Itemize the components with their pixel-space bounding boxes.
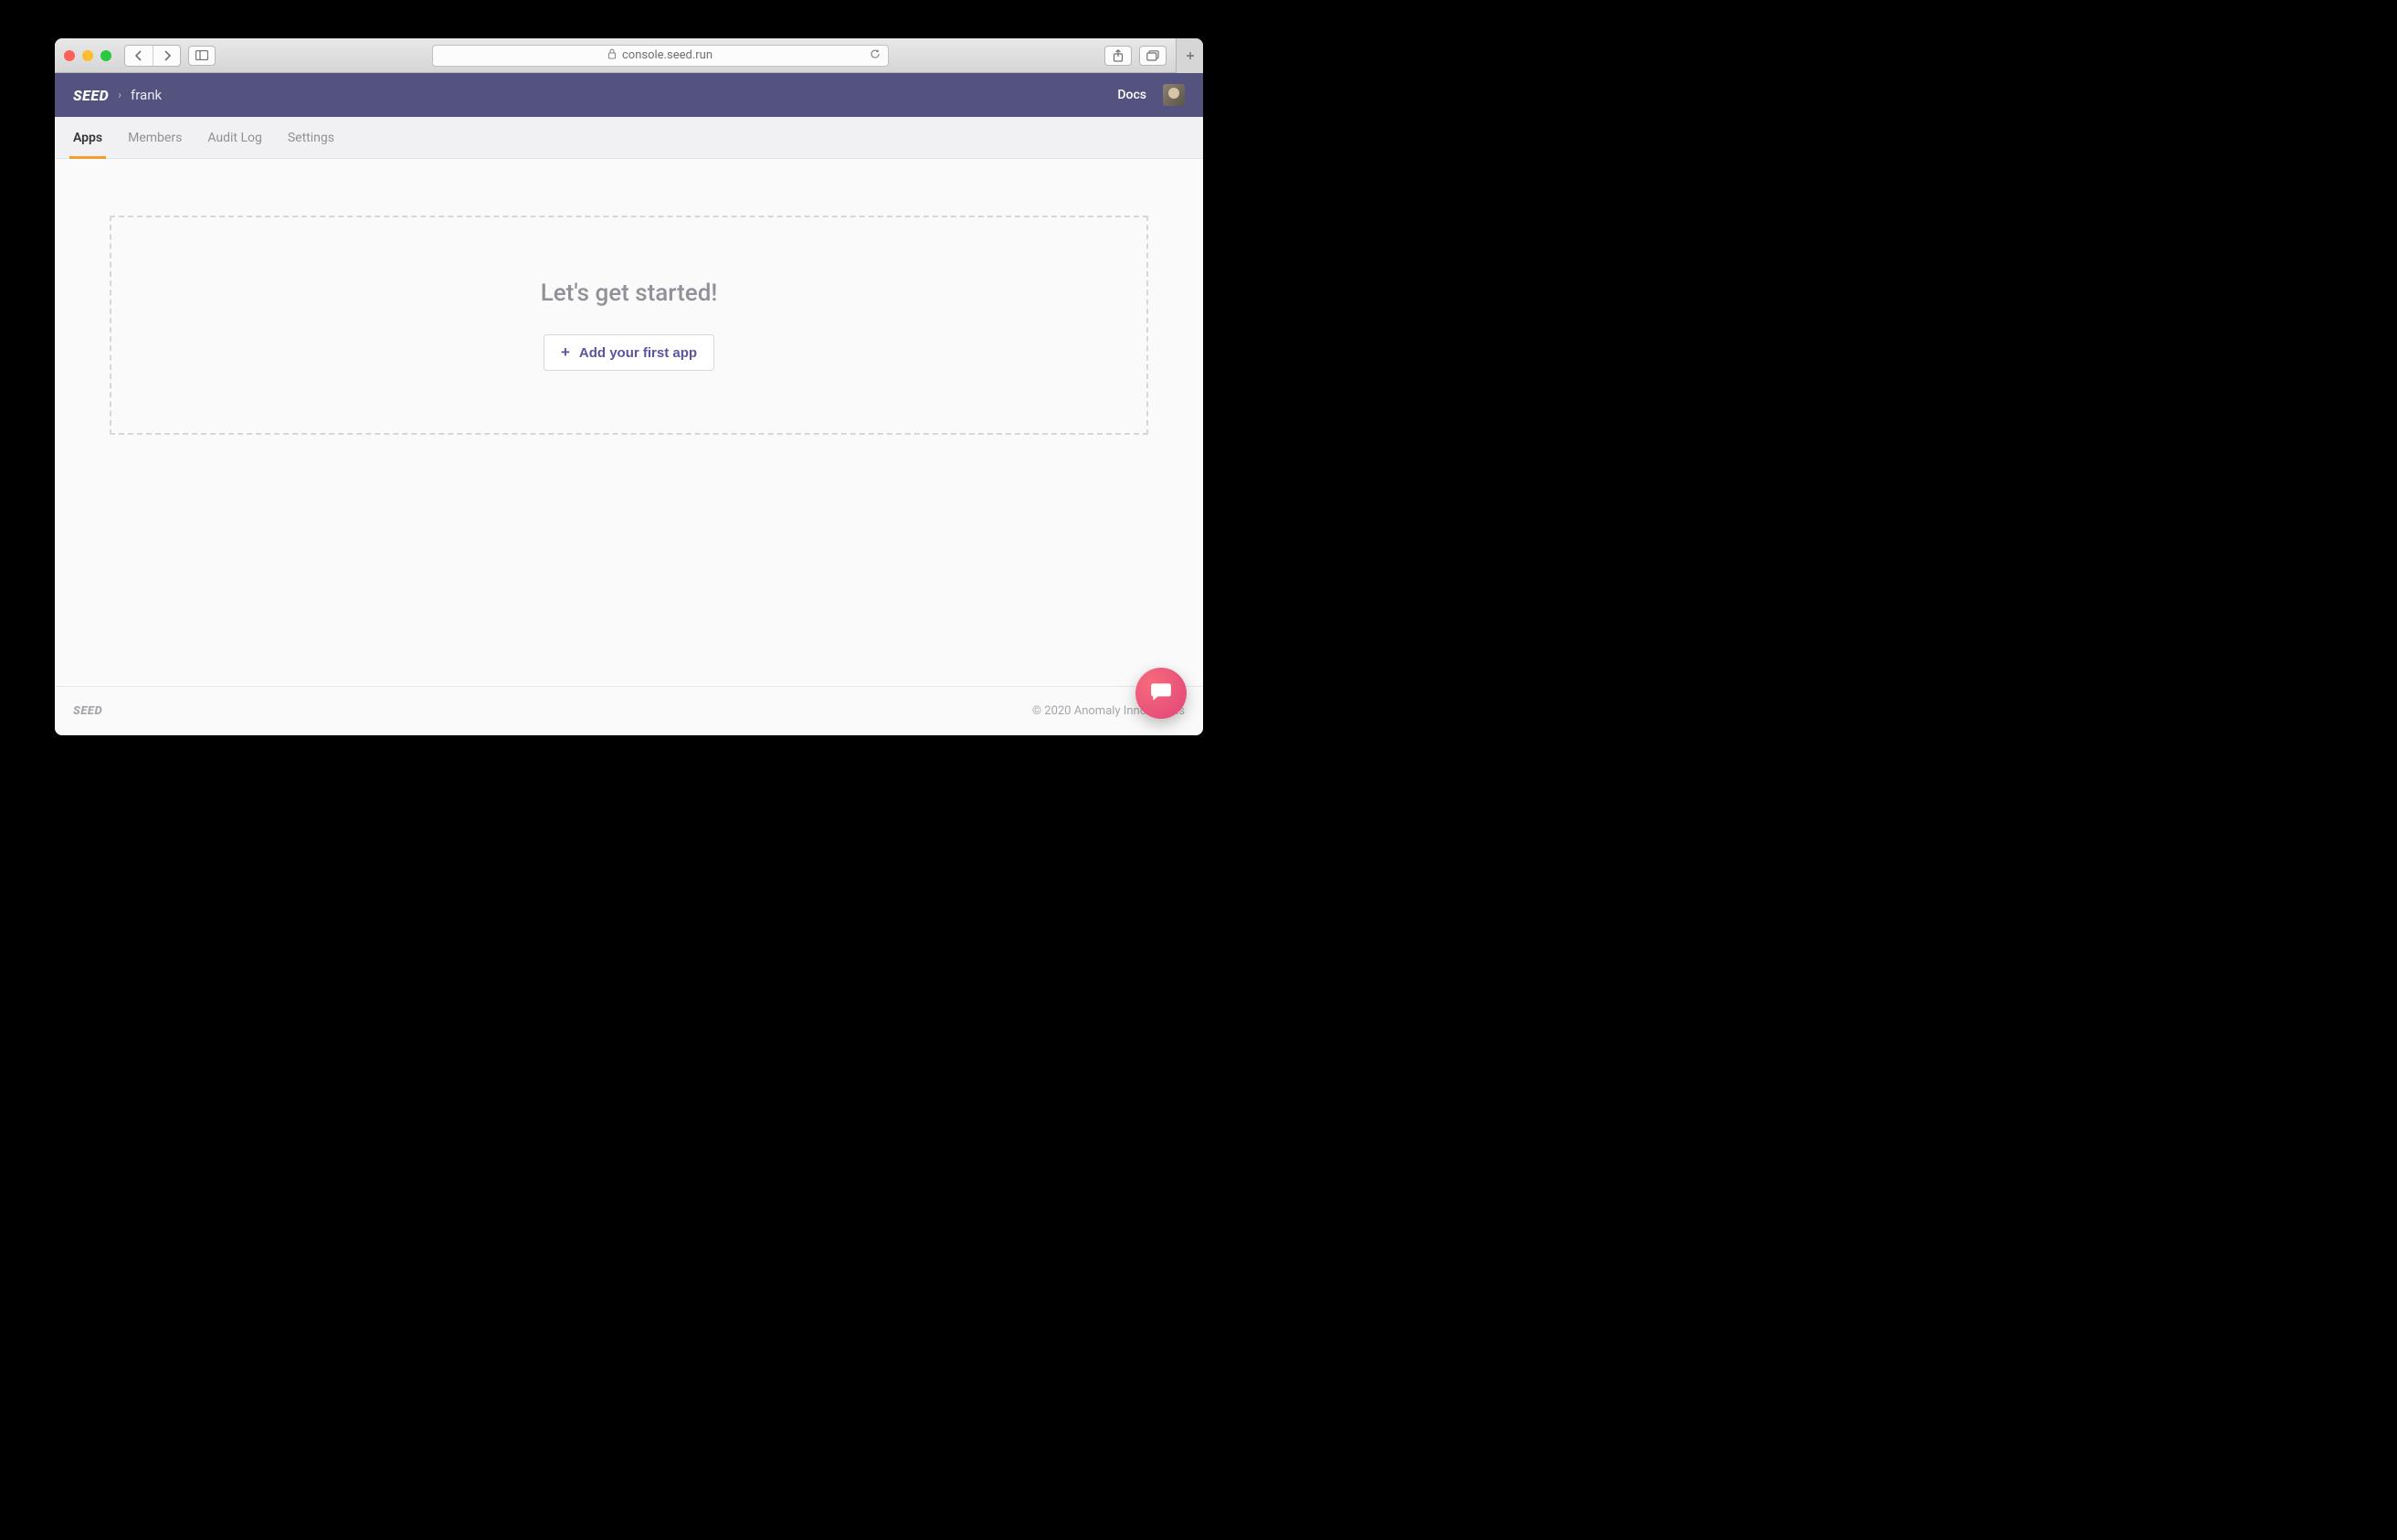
url-text: console.seed.run (622, 48, 713, 62)
avatar[interactable] (1163, 84, 1185, 106)
chat-icon (1149, 680, 1173, 707)
tab-label: Members (128, 131, 182, 145)
nav-buttons (124, 45, 181, 67)
url-bar-container: console.seed.run (223, 45, 1097, 67)
docs-link[interactable]: Docs (1117, 88, 1146, 102)
toolbar-right (1104, 46, 1167, 66)
browser-window: console.seed.run SEED › frank Docs A (55, 38, 1203, 735)
tab-bar: Apps Members Audit Log Settings (55, 117, 1203, 159)
new-tab-button[interactable] (1176, 38, 1203, 73)
app-header: SEED › frank Docs (55, 73, 1203, 117)
tab-audit-log[interactable]: Audit Log (207, 117, 262, 159)
add-app-button-label: Add your first app (579, 345, 697, 361)
tab-label: Audit Log (207, 131, 262, 145)
tab-apps[interactable]: Apps (73, 117, 102, 159)
tab-members[interactable]: Members (128, 117, 182, 159)
lock-icon (607, 48, 617, 63)
browser-toolbar: console.seed.run (55, 38, 1203, 73)
window-controls (64, 50, 111, 61)
tab-label: Apps (73, 131, 102, 145)
breadcrumb-separator: › (118, 89, 121, 102)
add-app-button[interactable]: + Add your first app (544, 334, 714, 371)
tabs-overview-button[interactable] (1139, 46, 1167, 66)
plus-icon: + (561, 343, 570, 362)
forward-button[interactable] (153, 46, 180, 66)
footer: SEED © 2020 Anomaly Innovations (55, 686, 1203, 735)
back-button[interactable] (125, 46, 153, 66)
close-window-button[interactable] (64, 50, 75, 61)
chat-fab[interactable] (1135, 668, 1187, 719)
breadcrumb-org[interactable]: frank (131, 87, 162, 103)
reload-icon[interactable] (870, 48, 881, 63)
tab-settings[interactable]: Settings (288, 117, 334, 159)
main-content: Let's get started! + Add your first app (55, 159, 1203, 686)
empty-state: Let's get started! + Add your first app (110, 216, 1148, 435)
share-button[interactable] (1104, 46, 1132, 66)
url-bar[interactable]: console.seed.run (432, 45, 889, 67)
empty-state-title: Let's get started! (541, 280, 718, 307)
tab-label: Settings (288, 131, 334, 145)
footer-brand: SEED (73, 704, 102, 718)
minimize-window-button[interactable] (82, 50, 93, 61)
brand-logo[interactable]: SEED (73, 87, 109, 104)
maximize-window-button[interactable] (100, 50, 111, 61)
sidebar-toggle-button[interactable] (188, 46, 216, 66)
